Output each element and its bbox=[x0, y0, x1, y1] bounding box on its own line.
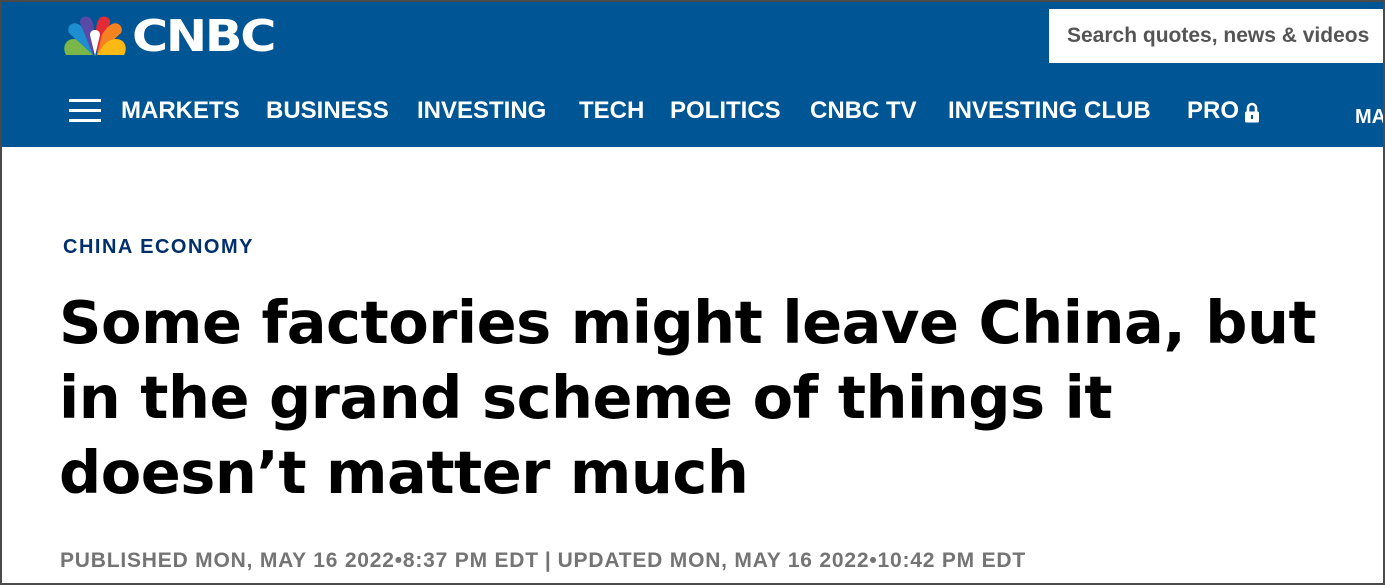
cnbc-wordmark: CNBC bbox=[132, 11, 276, 62]
updated-time: UPDATED MON, MAY 16 2022•10:42 PM EDT bbox=[557, 549, 1026, 572]
nav-item-cnbc-tv[interactable]: CNBC TV bbox=[810, 95, 917, 127]
nav-item-more[interactable]: MA bbox=[1355, 101, 1383, 133]
nav-item-investing[interactable]: INVESTING bbox=[417, 95, 546, 127]
nav-item-markets[interactable]: MARKETS bbox=[121, 95, 240, 127]
nav-item-pro[interactable]: PRO bbox=[1187, 95, 1239, 127]
nav-item-politics[interactable]: POLITICS bbox=[670, 95, 781, 127]
lock-icon bbox=[1245, 102, 1259, 123]
search-input[interactable] bbox=[1049, 9, 1383, 63]
published-time: PUBLISHED MON, MAY 16 2022•8:37 PM EDT bbox=[60, 549, 539, 572]
hamburger-menu-icon[interactable] bbox=[69, 99, 101, 123]
page: CNBC MARKETS BUSINESS INVESTING TECH POL… bbox=[0, 0, 1385, 585]
timestamp-separator: | bbox=[544, 549, 552, 572]
article-category-link[interactable]: CHINA ECONOMY bbox=[63, 236, 254, 259]
top-bar: CNBC MARKETS BUSINESS INVESTING TECH POL… bbox=[2, 2, 1383, 147]
nav-item-business[interactable]: BUSINESS bbox=[266, 95, 389, 127]
article-headline: Some factories might leave China, but in… bbox=[59, 288, 1317, 507]
nbc-peacock-icon bbox=[64, 16, 126, 56]
nav-item-investing-club[interactable]: INVESTING CLUB bbox=[948, 95, 1151, 127]
nav-item-tech[interactable]: TECH bbox=[579, 95, 644, 127]
cnbc-logo[interactable]: CNBC bbox=[62, 14, 276, 60]
article-timestamps: PUBLISHED MON, MAY 16 2022•8:37 PM EDT | U… bbox=[60, 549, 1026, 573]
